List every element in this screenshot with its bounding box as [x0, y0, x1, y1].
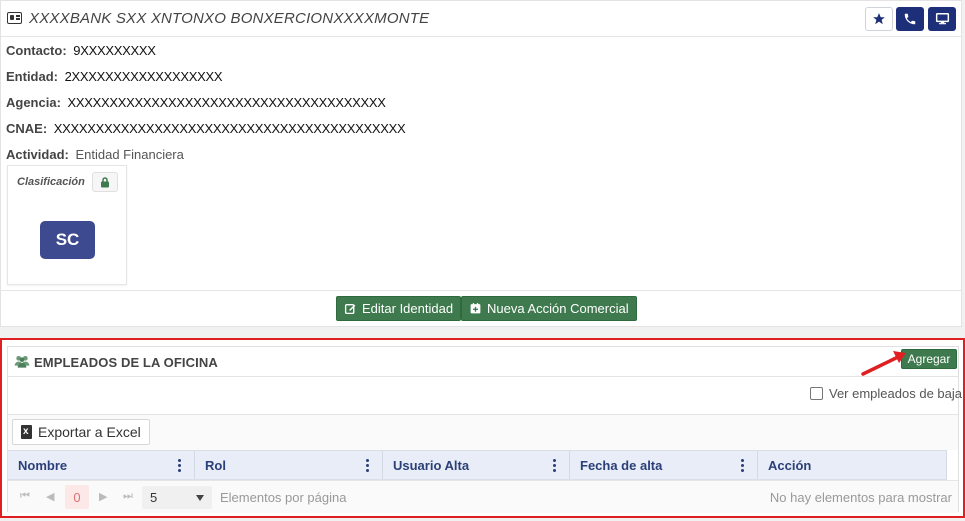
empleados-panel: EMPLEADOS DE LA OFICINA Agregar Ver empl… — [0, 338, 965, 518]
empleados-title: EMPLEADOS DE LA OFICINA — [34, 355, 218, 370]
column-usuario-alta[interactable]: Usuario Alta — [383, 451, 570, 479]
ver-baja-label: Ver empleados de baja — [829, 386, 962, 401]
arrow-annotation-icon — [861, 351, 906, 376]
column-fecha-alta-label: Fecha de alta — [580, 457, 663, 473]
cnae-field: CNAE: XXXXXXXXXXXXXXXXXXXXXXXXXXXXXXXXXX… — [6, 121, 406, 136]
lock-icon — [101, 176, 109, 187]
current-page[interactable]: 0 — [65, 485, 89, 509]
contacto-field: Contacto: 9XXXXXXXXX — [6, 43, 156, 58]
phone-icon — [904, 13, 916, 25]
column-rol[interactable]: Rol — [195, 451, 383, 479]
actividad-value: Entidad Financiera — [75, 147, 184, 162]
contacto-label: Contacto: — [6, 43, 67, 58]
next-page-icon[interactable]: ▶ — [99, 490, 107, 503]
cnae-label: CNAE: — [6, 121, 48, 136]
grid-header: Nombre Rol Usuario Alta Fecha de alta Ac… — [8, 450, 947, 480]
first-page-icon[interactable]: ⏮ — [20, 490, 30, 503]
agencia-label: Agencia: — [6, 95, 61, 110]
entidad-field: Entidad: 2XXXXXXXXXXXXXXXXXX — [6, 69, 223, 84]
clasificacion-card: Clasificación SC — [7, 165, 127, 285]
identity-header: XXXXBANK SXX XNTONXO BONXERCIONXXXXMONTE — [1, 1, 961, 37]
ver-baja-toggle[interactable]: Ver empleados de baja — [810, 386, 962, 401]
grid-pager: ⏮ ◀ 0 ▶ ⏭ 5 Elementos por página No hay … — [8, 480, 958, 513]
agencia-value: XXXXXXXXXXXXXXXXXXXXXXXXXXXXXXXXXXXXXX — [67, 95, 386, 110]
editar-identidad-label: Editar Identidad — [362, 301, 454, 316]
clasificacion-title: Clasificación — [17, 176, 85, 188]
column-usuario-alta-label: Usuario Alta — [393, 457, 470, 473]
identity-title: XXXXBANK SXX XNTONXO BONXERCIONXXXXMONTE — [29, 10, 430, 27]
column-accion[interactable]: Acción — [758, 451, 947, 479]
last-page-icon[interactable]: ⏭ — [123, 490, 133, 503]
empleados-header: EMPLEADOS DE LA OFICINA Agregar — [8, 347, 958, 377]
chevron-down-icon — [196, 495, 204, 501]
page-size-label: Elementos por página — [220, 490, 347, 505]
column-accion-label: Acción — [768, 457, 812, 473]
empleados-grid: Exportar a Excel Nombre Rol Usuario Alta — [8, 414, 958, 513]
monitor-icon — [935, 13, 949, 25]
call-button[interactable] — [896, 7, 924, 31]
page-size-select[interactable]: 5 — [142, 486, 212, 509]
empleados-inner: EMPLEADOS DE LA OFICINA Agregar Ver empl… — [7, 346, 962, 513]
column-nombre[interactable]: Nombre — [8, 451, 195, 479]
column-fecha-alta[interactable]: Fecha de alta — [570, 451, 758, 479]
entidad-value: 2XXXXXXXXXXXXXXXXXX — [64, 69, 223, 84]
ver-baja-checkbox[interactable] — [810, 387, 823, 400]
excel-file-icon — [21, 425, 32, 439]
exportar-excel-label: Exportar a Excel — [38, 424, 141, 440]
actividad-field: Actividad: Entidad Financiera — [6, 147, 184, 162]
lock-button[interactable] — [92, 172, 118, 192]
entidad-label: Entidad: — [6, 69, 58, 84]
cnae-value: XXXXXXXXXXXXXXXXXXXXXXXXXXXXXXXXXXXXXXXX… — [53, 121, 406, 136]
favorite-button[interactable] — [865, 7, 893, 31]
calendar-plus-icon — [470, 303, 481, 314]
agencia-field: Agencia: XXXXXXXXXXXXXXXXXXXXXXXXXXXXXXX… — [6, 95, 386, 110]
actividad-label: Actividad: — [6, 147, 69, 162]
edit-icon — [344, 304, 356, 315]
desktop-button[interactable] — [928, 7, 956, 31]
users-icon — [14, 356, 30, 368]
editar-identidad-button[interactable]: Editar Identidad — [336, 296, 462, 321]
page-size-value: 5 — [150, 490, 158, 505]
divider — [1, 290, 961, 291]
column-menu-icon[interactable] — [553, 459, 556, 472]
column-nombre-label: Nombre — [18, 457, 68, 473]
exportar-excel-button[interactable]: Exportar a Excel — [12, 419, 150, 445]
column-menu-icon[interactable] — [741, 459, 744, 472]
nueva-accion-button[interactable]: Nueva Acción Comercial — [461, 296, 637, 321]
column-menu-icon[interactable] — [178, 459, 181, 472]
grid-toolbar: Exportar a Excel — [8, 414, 958, 450]
nueva-accion-label: Nueva Acción Comercial — [487, 301, 629, 316]
clasificacion-badge: SC — [40, 221, 95, 259]
prev-page-icon[interactable]: ◀ — [46, 490, 54, 503]
column-rol-label: Rol — [205, 457, 226, 473]
star-icon — [873, 13, 885, 25]
id-card-icon — [7, 12, 22, 24]
contacto-value: 9XXXXXXXXX — [73, 43, 156, 58]
empty-message: No hay elementos para mostrar — [769, 490, 952, 505]
identity-card: XXXXBANK SXX XNTONXO BONXERCIONXXXXMONTE… — [0, 0, 962, 327]
column-menu-icon[interactable] — [366, 459, 369, 472]
